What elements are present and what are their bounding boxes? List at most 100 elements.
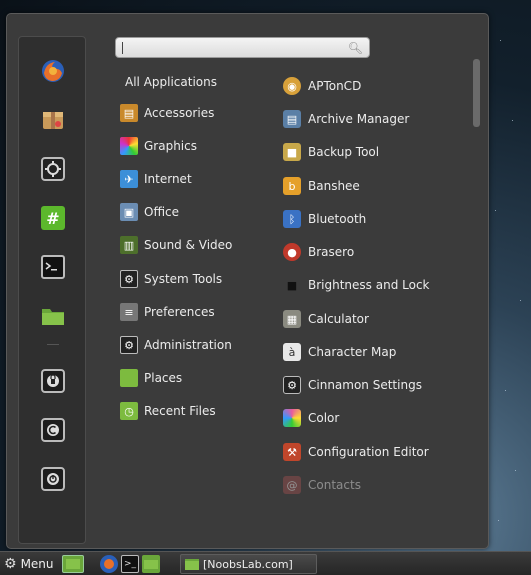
application-menu: # 🔍︎ All Applications ▤ Accessories Grap…: [6, 13, 489, 549]
app-label: Banshee: [308, 179, 360, 193]
favorite-logout[interactable]: [39, 416, 67, 444]
gear-icon: ⚙: [4, 556, 17, 572]
category-label: Administration: [144, 338, 232, 352]
firefox-icon: [104, 559, 114, 569]
system-tools-icon: ⚙: [120, 270, 138, 288]
accessories-icon: ▤: [120, 104, 138, 122]
calculator-icon: ▦: [283, 310, 301, 328]
brasero-icon: ●: [283, 243, 301, 261]
app-backup-tool[interactable]: ■ Backup Tool: [283, 140, 379, 164]
app-label: Cinnamon Settings: [308, 378, 422, 392]
cinnamon-settings-icon: ⚙: [283, 376, 301, 394]
category-sound-video[interactable]: ▥ Sound & Video: [120, 234, 232, 256]
favorite-power[interactable]: [39, 465, 67, 493]
category-internet[interactable]: ✈ Internet: [120, 168, 192, 190]
category-all-applications[interactable]: All Applications: [125, 71, 217, 93]
category-recent-files[interactable]: ◷ Recent Files: [120, 400, 216, 422]
category-places[interactable]: Places: [120, 367, 182, 389]
category-accessories[interactable]: ▤ Accessories: [120, 102, 214, 124]
office-icon: ▣: [120, 203, 138, 221]
folder-icon: [185, 558, 199, 570]
app-brasero[interactable]: ● Brasero: [283, 240, 354, 264]
app-label: Archive Manager: [308, 112, 410, 126]
category-label: Recent Files: [144, 404, 216, 418]
search-box[interactable]: 🔍︎: [115, 37, 370, 58]
favorite-lock-screen[interactable]: [39, 367, 67, 395]
favorite-firefox[interactable]: [39, 57, 67, 85]
panel-launcher-files[interactable]: [142, 555, 160, 573]
administration-icon: ⚙: [120, 336, 138, 354]
character-map-icon: à: [283, 343, 301, 361]
menu-button[interactable]: ⚙ Menu: [4, 555, 54, 573]
favorite-package[interactable]: [39, 106, 67, 134]
category-label: System Tools: [144, 272, 223, 286]
category-label: Internet: [144, 172, 192, 186]
category-label: All Applications: [125, 75, 217, 89]
favorite-hashtag[interactable]: #: [39, 204, 67, 232]
sound-video-icon: ▥: [120, 236, 138, 254]
show-desktop-button[interactable]: [62, 555, 84, 573]
bluetooth-icon: ᛒ: [283, 210, 301, 228]
app-label: Bluetooth: [308, 212, 367, 226]
scrollbar-thumb[interactable]: [473, 59, 480, 127]
app-brightness-and-lock[interactable]: ■ Brightness and Lock: [283, 273, 430, 297]
app-label: Contacts: [308, 478, 361, 492]
category-office[interactable]: ▣ Office: [120, 201, 179, 223]
app-character-map[interactable]: à Character Map: [283, 340, 396, 364]
favorite-folder[interactable]: [39, 302, 67, 330]
menu-button-label: Menu: [20, 557, 54, 571]
lock-screen-icon: [41, 369, 65, 393]
app-bluetooth[interactable]: ᛒ Bluetooth: [283, 207, 366, 231]
category-system-tools[interactable]: ⚙ System Tools: [120, 268, 222, 290]
preferences-icon: ≡: [120, 303, 138, 321]
window-list-item[interactable]: [NoobsLab.com]: [180, 554, 317, 574]
favorites-separator: [47, 344, 59, 345]
search-icon[interactable]: 🔍︎: [348, 41, 363, 55]
svg-text:#: #: [46, 209, 59, 228]
firefox-icon: [42, 60, 64, 82]
favorite-terminal[interactable]: [39, 253, 67, 281]
category-graphics[interactable]: Graphics: [120, 135, 197, 157]
app-label: Color: [308, 411, 340, 425]
favorite-settings[interactable]: [39, 155, 67, 183]
app-aptoncd[interactable]: ◉ APTonCD: [283, 74, 361, 98]
panel-launcher-firefox[interactable]: [100, 555, 118, 573]
category-preferences[interactable]: ≡ Preferences: [120, 301, 215, 323]
places-icon: [120, 369, 138, 387]
folder-icon: [42, 309, 64, 325]
app-label: APTonCD: [308, 79, 362, 93]
logout-icon: [41, 418, 65, 442]
category-label: Office: [144, 205, 180, 219]
app-label: Configuration Editor: [308, 445, 429, 459]
app-archive-manager[interactable]: ▤ Archive Manager: [283, 107, 409, 131]
aptoncd-icon: ◉: [283, 77, 301, 95]
app-calculator[interactable]: ▦ Calculator: [283, 307, 369, 331]
configuration-editor-icon: ⚒: [283, 443, 301, 461]
power-icon: [41, 467, 65, 491]
category-label: Sound & Video: [144, 238, 233, 252]
category-label: Accessories: [144, 106, 215, 120]
category-administration[interactable]: ⚙ Administration: [120, 334, 232, 356]
app-configuration-editor[interactable]: ⚒ Configuration Editor: [283, 440, 429, 464]
window-title: [NoobsLab.com]: [203, 557, 293, 571]
apps-scrollbar[interactable]: [473, 59, 480, 509]
desktop-icon: [66, 559, 80, 569]
archive-manager-icon: ▤: [283, 110, 301, 128]
category-label: Graphics: [144, 139, 197, 153]
taskbar-panel: ⚙ Menu >_ [NoobsLab.com]: [0, 551, 531, 575]
search-input[interactable]: [125, 39, 348, 56]
backup-tool-icon: ■: [283, 143, 301, 161]
category-label: Places: [144, 371, 183, 385]
panel-launcher-terminal[interactable]: >_: [121, 555, 139, 573]
recent-files-icon: ◷: [120, 402, 138, 420]
app-contacts[interactable]: @ Contacts: [283, 473, 361, 497]
hashtag-icon: #: [41, 206, 65, 230]
category-label: Preferences: [144, 305, 215, 319]
app-banshee[interactable]: b Banshee: [283, 174, 360, 198]
app-label: Backup Tool: [308, 145, 380, 159]
color-icon: [283, 409, 301, 427]
terminal-icon: [41, 255, 65, 279]
app-cinnamon-settings[interactable]: ⚙ Cinnamon Settings: [283, 373, 422, 397]
app-color[interactable]: Color: [283, 406, 339, 430]
text-cursor: [122, 41, 123, 54]
